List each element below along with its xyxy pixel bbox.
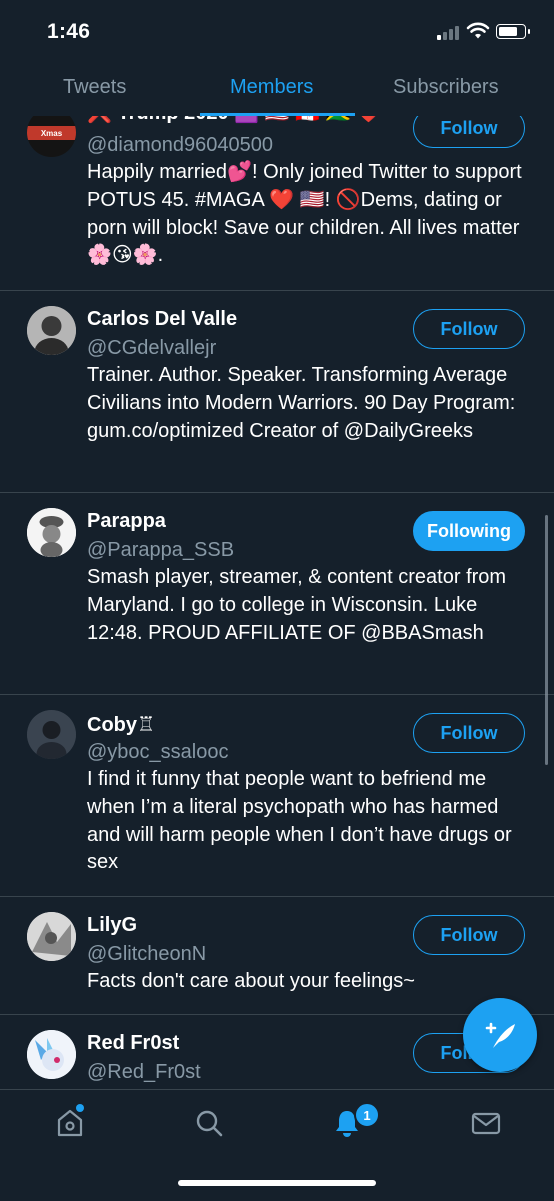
members-list[interactable]: Xmas ❌ Trump 2020 🟪 🇺🇸 🇨🇦 🇯🇲 ❤️ @diamond…	[0, 86, 554, 1089]
member-handle: @Red_Fr0st	[87, 1061, 201, 1083]
following-button[interactable]: Following	[413, 511, 525, 551]
follow-button[interactable]: Follow	[413, 309, 525, 349]
compose-tweet-button[interactable]	[463, 998, 537, 1072]
scrollbar[interactable]	[545, 515, 548, 765]
wifi-icon	[466, 22, 490, 39]
avatar[interactable]	[27, 912, 76, 961]
tab-tweets[interactable]: Tweets	[63, 76, 126, 99]
member-bio: Trainer. Author. Speaker. Transforming A…	[87, 364, 516, 442]
tab-active-indicator	[200, 113, 355, 116]
follow-button[interactable]: Follow	[413, 915, 525, 955]
member-name[interactable]: Red Fr0st	[87, 1032, 179, 1055]
home-icon[interactable]	[56, 1108, 84, 1138]
tab-members[interactable]: Members	[230, 76, 313, 99]
status-time: 1:46	[47, 20, 91, 43]
compose-feather-icon	[485, 1022, 515, 1048]
member-name[interactable]: Parappa	[87, 510, 166, 533]
member-bio: Facts don't care about your feelings~	[87, 970, 415, 992]
avatar[interactable]	[27, 710, 76, 759]
member-handle: @diamond96040500	[87, 134, 274, 156]
home-new-dot	[76, 1104, 84, 1112]
cellular-signal-icon	[437, 26, 463, 40]
messages-icon[interactable]	[471, 1108, 501, 1138]
member-bio: Smash player, streamer, & content creato…	[87, 566, 507, 644]
list-tabs: Tweets Members Subscribers	[0, 66, 554, 116]
member-handle: @Parappa_SSB	[87, 539, 235, 561]
member-row[interactable]: Parappa @Parappa_SSB Following Smash pla…	[0, 493, 554, 695]
home-indicator[interactable]	[178, 1180, 376, 1186]
notifications-badge: 1	[354, 1102, 380, 1128]
member-bio: I find it funny that people want to befr…	[87, 768, 512, 874]
member-bio: Happily married💕! Only joined Twitter to…	[87, 161, 522, 267]
member-handle: @CGdelvallejr	[87, 337, 217, 359]
search-icon[interactable]	[195, 1108, 223, 1138]
tab-subscribers[interactable]: Subscribers	[393, 76, 499, 99]
member-name[interactable]: LilyG	[87, 914, 137, 937]
follow-button[interactable]: Follow	[413, 713, 525, 753]
member-name[interactable]: Coby♖	[87, 712, 155, 737]
member-name[interactable]: Carlos Del Valle	[87, 308, 237, 331]
member-handle: @GlitcheonN	[87, 943, 207, 965]
member-row[interactable]: Coby♖ @yboc_ssalooc Follow I find it fun…	[0, 695, 554, 897]
member-row[interactable]: Carlos Del Valle @CGdelvallejr Follow Tr…	[0, 291, 554, 493]
member-row[interactable]: Xmas ❌ Trump 2020 🟪 🇺🇸 🇨🇦 🇯🇲 ❤️ @diamond…	[0, 86, 554, 291]
avatar[interactable]	[27, 508, 76, 557]
svg-text:Xmas: Xmas	[41, 129, 63, 138]
avatar[interactable]	[27, 1030, 76, 1079]
status-bar: 1:46	[0, 0, 554, 66]
avatar[interactable]	[27, 306, 76, 355]
battery-icon	[496, 24, 530, 39]
member-handle: @yboc_ssalooc	[87, 741, 229, 763]
